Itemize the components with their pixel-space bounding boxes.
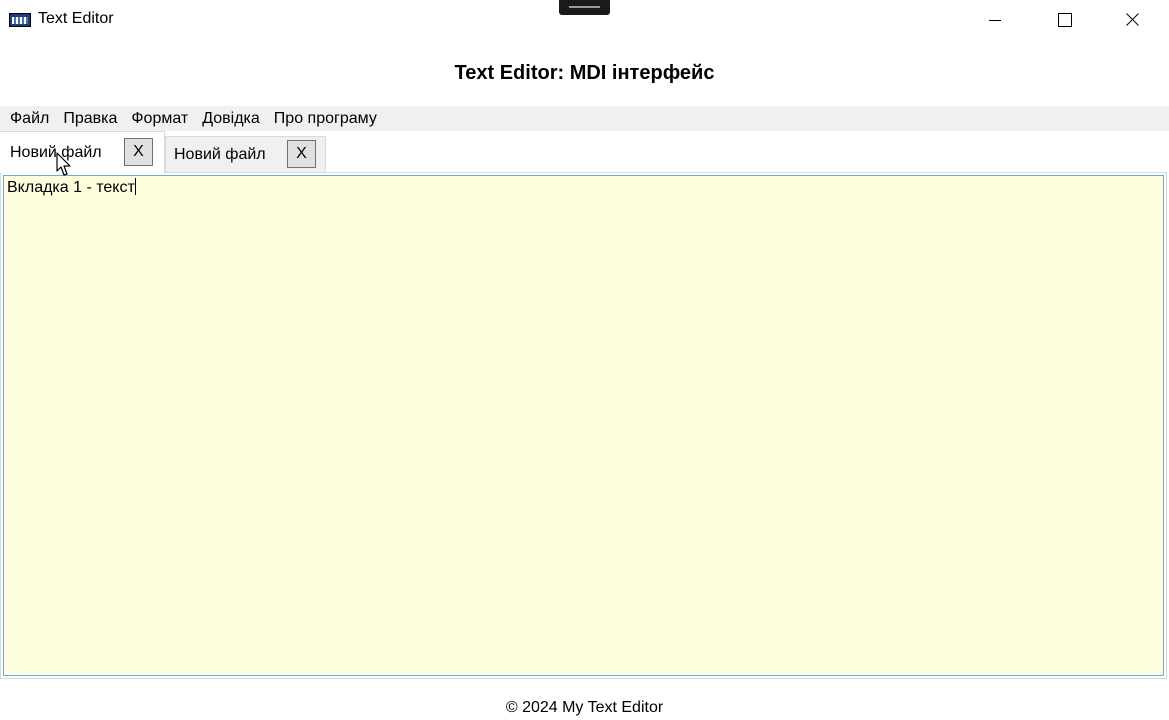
minimize-icon[interactable] bbox=[972, 0, 1018, 40]
tab-label: Новий файл bbox=[174, 145, 266, 163]
text-caret bbox=[134, 178, 136, 195]
menu-item-about[interactable]: Про програму bbox=[267, 106, 384, 131]
editor-text: Вкладка 1 - текст bbox=[7, 179, 135, 196]
menu-item-format[interactable]: Формат bbox=[124, 106, 195, 131]
app-window: Text Editor Text Editor: MDI інтерфейс Ф… bbox=[0, 0, 1169, 720]
app-icon bbox=[9, 13, 31, 27]
tab-strip: Новий файл X Новий файл X bbox=[0, 131, 1169, 173]
title-bar[interactable]: Text Editor bbox=[0, 0, 1169, 40]
tab-close-button[interactable]: X bbox=[287, 140, 316, 168]
close-icon[interactable] bbox=[1110, 0, 1156, 40]
drag-handle[interactable] bbox=[559, 0, 610, 15]
mouse-pointer-icon bbox=[56, 152, 71, 176]
menu-bar: Файл Правка Формат Довідка Про програму bbox=[0, 106, 1169, 131]
editor-panel: Вкладка 1 - текст bbox=[0, 172, 1167, 679]
menu-item-help[interactable]: Довідка bbox=[195, 106, 267, 131]
tab-new-file-2[interactable]: Новий файл X bbox=[165, 136, 326, 172]
tab-new-file-1[interactable]: Новий файл X bbox=[0, 131, 165, 173]
page-title: Text Editor: MDI інтерфейс bbox=[454, 62, 715, 84]
menu-item-file[interactable]: Файл bbox=[3, 106, 56, 131]
menu-item-edit[interactable]: Правка bbox=[56, 106, 124, 131]
tab-close-button[interactable]: X bbox=[124, 138, 153, 166]
footer-copyright: © 2024 My Text Editor bbox=[505, 699, 664, 716]
window-title: Text Editor bbox=[38, 10, 114, 27]
text-editor-area[interactable]: Вкладка 1 - текст bbox=[3, 175, 1164, 676]
maximize-icon[interactable] bbox=[1041, 0, 1087, 40]
